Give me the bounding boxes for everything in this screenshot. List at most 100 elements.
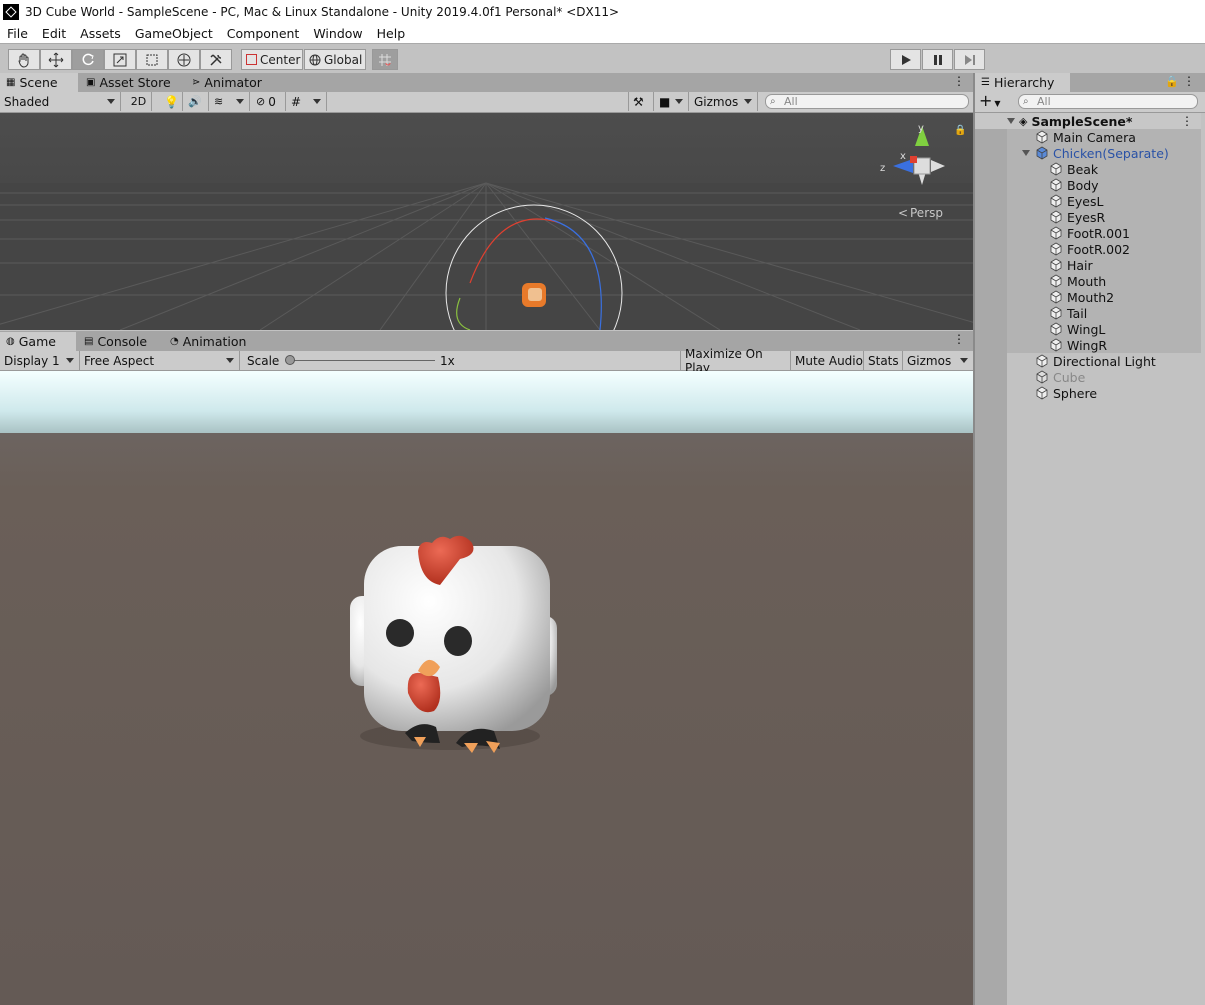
play-button[interactable]: [890, 49, 921, 70]
mute-audio-toggle[interactable]: Mute Audio: [791, 351, 864, 370]
game-panel-menu-icon[interactable]: ⋮: [953, 332, 965, 346]
scale-value: 1x: [440, 353, 455, 368]
menu-gameobject[interactable]: GameObject: [128, 26, 220, 41]
scene-menu-icon[interactable]: ⋮: [1181, 114, 1193, 128]
shading-dropdown[interactable]: Shaded: [0, 92, 121, 111]
menu-help[interactable]: Help: [370, 26, 413, 41]
hierarchy-item[interactable]: WingL: [975, 321, 1201, 337]
hierarchy-item-label: EyesL: [1067, 193, 1104, 209]
game-gizmos-dropdown[interactable]: Gizmos: [903, 351, 973, 370]
tab-animation[interactable]: ◔ Animation: [164, 332, 252, 351]
game-view[interactable]: [0, 371, 973, 1005]
tab-hierarchy[interactable]: ☰ Hierarchy: [975, 73, 1070, 92]
menu-assets[interactable]: Assets: [73, 26, 128, 41]
menu-edit[interactable]: Edit: [35, 26, 73, 41]
hierarchy-search-input[interactable]: ⌕ All: [1018, 94, 1198, 109]
hidden-objects-toggle[interactable]: ⊘ 0: [252, 92, 286, 111]
pause-button[interactable]: [922, 49, 953, 70]
tab-console-label: Console: [97, 334, 148, 349]
tools-toggle[interactable]: ⚒: [628, 92, 654, 111]
camera-dropdown[interactable]: ■: [655, 92, 689, 111]
snap-grid-button[interactable]: [372, 49, 398, 70]
pivot-center-button[interactable]: Center: [241, 49, 303, 70]
hierarchy-item[interactable]: Beak: [975, 161, 1201, 177]
hierarchy-item[interactable]: Chicken(Separate): [975, 145, 1201, 161]
scene-gizmos-label: Gizmos: [694, 94, 739, 109]
window-title: 3D Cube World - SampleScene - PC, Mac & …: [25, 4, 620, 19]
tab-asset-store[interactable]: ▣ Asset Store: [80, 73, 177, 92]
panel-menu-icon[interactable]: ⋮: [953, 74, 965, 88]
scale-slider-handle[interactable]: [285, 355, 295, 365]
hierarchy-item[interactable]: FootR.001: [975, 225, 1201, 241]
scene-search-placeholder: All: [784, 95, 798, 108]
hierarchy-item[interactable]: EyesL: [975, 193, 1201, 209]
tab-scene[interactable]: ▦ Scene: [0, 73, 78, 92]
move-tool-button[interactable]: [40, 49, 72, 70]
transform-tool-button[interactable]: [168, 49, 200, 70]
scene-root-row[interactable]: ◈ SampleScene* ⋮: [975, 113, 1201, 129]
audio-toggle[interactable]: 🔊: [184, 92, 209, 111]
hand-tool-button[interactable]: [8, 49, 40, 70]
tab-game[interactable]: ◍ Game: [0, 332, 76, 351]
hierarchy-item-label: Cube: [1053, 369, 1086, 385]
gameobject-cube-icon: [1049, 210, 1063, 224]
tab-console[interactable]: ▤ Console: [78, 332, 153, 351]
hierarchy-item[interactable]: Mouth2: [975, 289, 1201, 305]
hierarchy-item-label: Hair: [1067, 257, 1093, 273]
rect-tool-button[interactable]: [136, 49, 168, 70]
gameobject-cube-icon: [1049, 258, 1063, 272]
hierarchy-item[interactable]: Hair: [975, 257, 1201, 273]
grid-dropdown[interactable]: #: [287, 92, 327, 111]
aspect-dropdown[interactable]: Free Aspect: [80, 351, 240, 370]
tab-scene-label: Scene: [19, 75, 58, 90]
menu-window[interactable]: Window: [306, 26, 369, 41]
prefab-cube-icon: [1035, 146, 1049, 160]
lock-icon[interactable]: 🔒: [954, 124, 966, 136]
animation-clock-icon: ◔: [170, 336, 179, 347]
display-dropdown[interactable]: Display 1: [0, 351, 80, 370]
hierarchy-item[interactable]: Tail: [975, 305, 1201, 321]
game-tab-bar: ◍ Game ▤ Console ◔ Animation ⋮: [0, 331, 973, 351]
layers-icon: ≋: [214, 95, 224, 108]
hierarchy-lock-icon[interactable]: 🔒: [1165, 75, 1179, 88]
maximize-on-play-toggle[interactable]: Maximize On Play: [680, 347, 791, 375]
menu-component[interactable]: Component: [220, 26, 307, 41]
hierarchy-item[interactable]: Mouth: [975, 273, 1201, 289]
scene-view[interactable]: y x z 🔒 < Persp: [0, 113, 973, 330]
hierarchy-item[interactable]: WingR: [975, 337, 1201, 353]
lighting-toggle[interactable]: 💡: [160, 92, 183, 111]
scene-search-input[interactable]: ⌕ All: [765, 94, 969, 109]
hierarchy-item[interactable]: Body: [975, 177, 1201, 193]
eye-right: [444, 626, 472, 656]
rotate-tool-button[interactable]: [72, 49, 104, 70]
scene-gizmos-dropdown[interactable]: Gizmos: [690, 92, 758, 111]
aspect-label: Free Aspect: [84, 353, 155, 368]
hierarchy-item[interactable]: EyesR: [975, 209, 1201, 225]
create-add-button[interactable]: + ▼: [979, 93, 1009, 110]
hierarchy-toolbar: + ▼ ⌕ All: [975, 92, 1205, 113]
tab-animator[interactable]: ⋗ Animator: [186, 73, 268, 92]
scale-tool-button[interactable]: [104, 49, 136, 70]
hierarchy-item[interactable]: Main Camera: [975, 129, 1201, 145]
gameobject-cube-icon: [1049, 194, 1063, 208]
scale-slider-track[interactable]: [290, 360, 435, 361]
hierarchy-menu-icon[interactable]: ⋮: [1183, 74, 1195, 88]
persp-label[interactable]: Persp: [910, 206, 943, 220]
speaker-icon: 🔊: [188, 95, 202, 108]
toggle-2d-button[interactable]: 2D: [126, 92, 152, 111]
step-icon: [964, 54, 975, 65]
step-button[interactable]: [954, 49, 985, 70]
grid-snap-icon: [379, 53, 391, 66]
expand-triangle-icon[interactable]: [1022, 150, 1030, 156]
unity-logo-icon: [3, 3, 19, 20]
hierarchy-item-label: WingL: [1067, 321, 1106, 337]
hierarchy-item[interactable]: Cube: [975, 369, 1201, 385]
pivot-global-button[interactable]: Global: [304, 49, 366, 70]
stats-toggle[interactable]: Stats: [864, 351, 903, 370]
effects-dropdown[interactable]: ≋: [210, 92, 250, 111]
hierarchy-item[interactable]: FootR.002: [975, 241, 1201, 257]
hierarchy-item[interactable]: Directional Light: [975, 353, 1201, 369]
menu-file[interactable]: File: [0, 26, 35, 41]
custom-tool-button[interactable]: [200, 49, 232, 70]
hierarchy-item[interactable]: Sphere: [975, 385, 1201, 401]
